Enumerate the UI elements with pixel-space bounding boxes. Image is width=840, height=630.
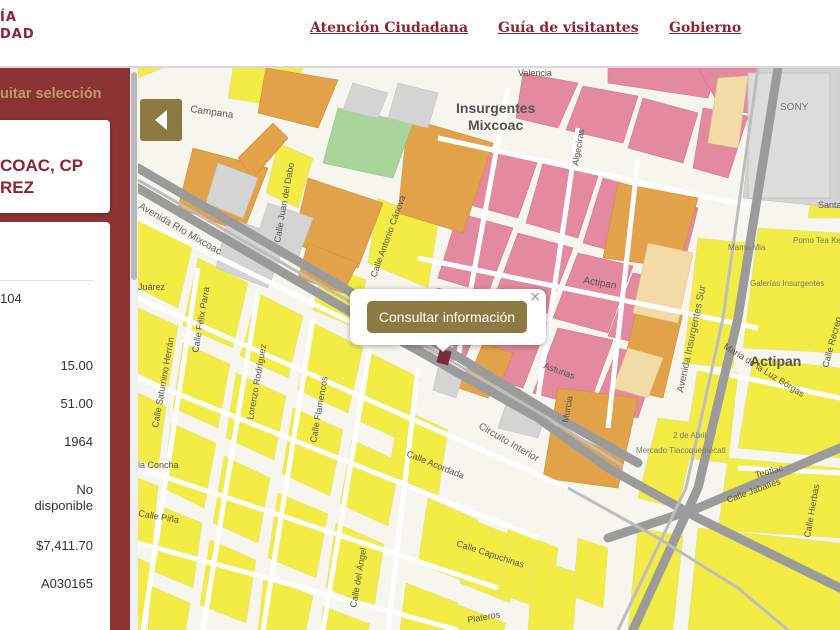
- map-label-concha: la Concha: [138, 460, 179, 470]
- address-line-1: COAC, CP: [0, 156, 84, 175]
- map-label-mama-mia: Mama Mia: [728, 243, 766, 252]
- map-label-juarez: Juárez: [138, 282, 166, 292]
- value-2: 51.00: [60, 396, 93, 411]
- value-4a: No: [76, 482, 93, 497]
- logo-line-1: ÍA: [0, 10, 17, 25]
- partial-value: 104: [0, 291, 22, 306]
- map-label-abril: 2 de Abril: [673, 431, 707, 440]
- map-label-valencia: Valencia: [518, 68, 552, 78]
- clear-selection-link[interactable]: uitar selección: [0, 86, 102, 102]
- map-label-sony: SONY: [780, 102, 809, 113]
- map-label-pomo: Pomo Tea Kento Marcel: [793, 236, 840, 245]
- value-3: 1964: [64, 434, 93, 449]
- nav-gobierno[interactable]: Gobierno: [669, 20, 741, 36]
- info-panel: 104 15.00 51.00 1964 No disponible $7,41…: [0, 222, 110, 630]
- value-1: 15.00: [60, 358, 93, 373]
- logo-line-2: DAD: [0, 27, 35, 42]
- address-line-2: REZ: [0, 178, 34, 197]
- consultar-informacion-button[interactable]: Consultar información: [367, 301, 527, 333]
- nav-guia-visitantes[interactable]: Guía de visitantes: [498, 20, 639, 36]
- map-label-galerias: Galerías Insurgentes: [750, 279, 824, 288]
- value-4b: disponible: [34, 498, 93, 513]
- value-6: A030165: [40, 576, 93, 591]
- top-bar: ÍA DAD Atención Ciudadana Guía de visita…: [0, 0, 840, 68]
- sidebar-scrollbar-thumb[interactable]: [131, 72, 137, 280]
- map-label-district2: Mixcoac: [468, 117, 523, 133]
- map-label-santander: Santander: [818, 200, 840, 210]
- map-popup: × Consultar información: [350, 289, 546, 352]
- map-label-district: Insurgentes: [456, 100, 536, 116]
- address-card: COAC, CP REZ: [0, 120, 110, 213]
- divider: [0, 280, 93, 281]
- collapse-panel-button[interactable]: [140, 99, 182, 141]
- chevron-left-icon: [155, 110, 167, 130]
- nav-atencion-ciudadana[interactable]: Atención Ciudadana: [310, 20, 468, 36]
- map-view[interactable]: Insurgentes Mixcoac Actipan SONY Valenci…: [138, 68, 840, 630]
- popup-pointer: [435, 344, 451, 352]
- side-panel: uitar selección COAC, CP REZ 104 15.00 5…: [0, 68, 130, 630]
- value-5: $7,411.70: [36, 538, 93, 553]
- close-icon[interactable]: ×: [529, 289, 541, 305]
- map-label-mercado: Mercado Tlacoquemécatl: [636, 446, 726, 455]
